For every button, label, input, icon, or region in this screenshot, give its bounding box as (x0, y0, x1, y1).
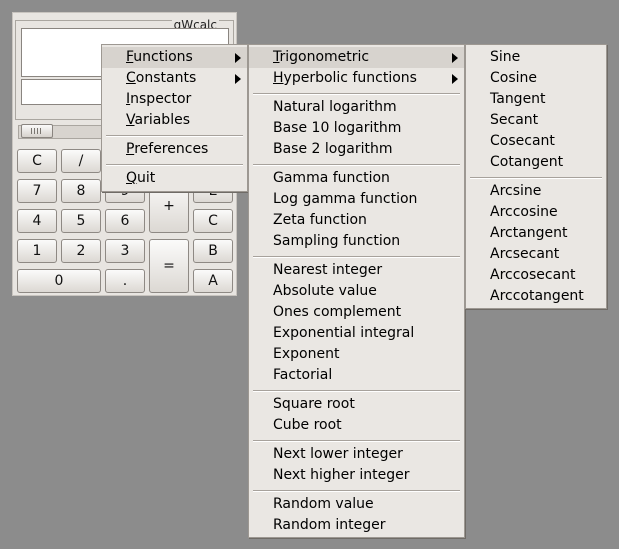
menu-item-accelerator: P (126, 141, 135, 157)
decimal-point-button[interactable]: . (105, 269, 145, 293)
menu-item-preferences[interactable]: Preferences (102, 139, 247, 160)
menu-item-accelerator: V (126, 112, 135, 128)
clear-button[interactable]: C (17, 149, 57, 173)
menu-item-arccosecant[interactable]: Arccosecant (466, 265, 606, 286)
main-menu: Functions Constants Inspector Variables … (101, 44, 248, 192)
menu-item-inspector[interactable]: Inspector (102, 89, 247, 110)
slider-handle[interactable] (21, 124, 53, 138)
menu-separator (470, 177, 602, 179)
menu-item-sampling-function[interactable]: Sampling function (249, 231, 464, 252)
menu-item-factorial[interactable]: Factorial (249, 365, 464, 386)
menu-item-gamma-function[interactable]: Gamma function (249, 168, 464, 189)
menu-item-tangent[interactable]: Tangent (466, 89, 606, 110)
menu-item-exponent[interactable]: Exponent (249, 344, 464, 365)
key-7-button[interactable]: 7 (17, 179, 57, 203)
menu-item-square-root[interactable]: Square root (249, 394, 464, 415)
menu-item-accelerator: Q (126, 170, 138, 186)
key-0-button[interactable]: 0 (17, 269, 101, 293)
hex-c-button[interactable]: C (193, 209, 233, 233)
menu-item-label: yperbolic functions (283, 70, 417, 86)
menu-item-cosine[interactable]: Cosine (466, 68, 606, 89)
menu-item-constants[interactable]: Constants (102, 68, 247, 89)
key-2-button[interactable]: 2 (61, 239, 101, 263)
menu-item-cotangent[interactable]: Cotangent (466, 152, 606, 173)
menu-item-arccotangent[interactable]: Arccotangent (466, 286, 606, 307)
menu-separator (253, 390, 460, 392)
menu-item-trigonometric[interactable]: Trigonometric (249, 47, 464, 68)
functions-menu: Trigonometric Hyperbolic functions Natur… (248, 44, 465, 538)
menu-item-accelerator: H (273, 70, 284, 86)
menu-item-base-10-logarithm[interactable]: Base 10 logarithm (249, 118, 464, 139)
key-1-button[interactable]: 1 (17, 239, 57, 263)
menu-item-log-gamma-function[interactable]: Log gamma function (249, 189, 464, 210)
menu-item-label: unctions (133, 49, 193, 65)
menu-item-nearest-integer[interactable]: Nearest integer (249, 260, 464, 281)
submenu-arrow-icon (452, 53, 458, 63)
menu-separator (253, 440, 460, 442)
menu-item-label: onstants (135, 70, 197, 86)
menu-item-random-value[interactable]: Random value (249, 494, 464, 515)
menu-item-arccosine[interactable]: Arccosine (466, 202, 606, 223)
menu-item-arcsine[interactable]: Arcsine (466, 181, 606, 202)
menu-item-cosecant[interactable]: Cosecant (466, 131, 606, 152)
menu-item-zeta-function[interactable]: Zeta function (249, 210, 464, 231)
menu-item-label: rigonometric (279, 49, 370, 65)
equals-button[interactable]: = (149, 239, 189, 293)
menu-item-variables[interactable]: Variables (102, 110, 247, 131)
menu-item-absolute-value[interactable]: Absolute value (249, 281, 464, 302)
menu-item-next-lower-integer[interactable]: Next lower integer (249, 444, 464, 465)
key-5-button[interactable]: 5 (61, 209, 101, 233)
menu-item-cube-root[interactable]: Cube root (249, 415, 464, 436)
menu-item-arctangent[interactable]: Arctangent (466, 223, 606, 244)
trigonometric-menu: Sine Cosine Tangent Secant Cosecant Cota… (465, 44, 607, 309)
menu-item-next-higher-integer[interactable]: Next higher integer (249, 465, 464, 486)
menu-item-exponential-integral[interactable]: Exponential integral (249, 323, 464, 344)
menu-item-functions[interactable]: Functions (102, 47, 247, 68)
key-4-button[interactable]: 4 (17, 209, 57, 233)
menu-item-ones-complement[interactable]: Ones complement (249, 302, 464, 323)
menu-item-random-integer[interactable]: Random integer (249, 515, 464, 536)
menu-item-label: nspector (130, 91, 192, 107)
menu-separator (253, 256, 460, 258)
menu-item-label: ariables (134, 112, 191, 128)
menu-separator (106, 135, 243, 137)
key-8-button[interactable]: 8 (61, 179, 101, 203)
submenu-arrow-icon (452, 74, 458, 84)
submenu-arrow-icon (235, 53, 241, 63)
menu-item-label: references (134, 141, 209, 157)
hex-a-button[interactable]: A (193, 269, 233, 293)
menu-separator (253, 490, 460, 492)
key-6-button[interactable]: 6 (105, 209, 145, 233)
menu-item-arcsecant[interactable]: Arcsecant (466, 244, 606, 265)
menu-item-quit[interactable]: Quit (102, 168, 247, 189)
menu-item-hyperbolic-functions[interactable]: Hyperbolic functions (249, 68, 464, 89)
grip-icon (31, 128, 43, 134)
menu-item-natural-logarithm[interactable]: Natural logarithm (249, 97, 464, 118)
menu-item-accelerator: C (126, 70, 136, 86)
key-3-button[interactable]: 3 (105, 239, 145, 263)
menu-item-label: uit (137, 170, 156, 186)
menu-item-sine[interactable]: Sine (466, 47, 606, 68)
hex-b-button[interactable]: B (193, 239, 233, 263)
submenu-arrow-icon (235, 74, 241, 84)
menu-item-secant[interactable]: Secant (466, 110, 606, 131)
menu-item-base-2-logarithm[interactable]: Base 2 logarithm (249, 139, 464, 160)
divide-button[interactable]: / (61, 149, 101, 173)
menu-separator (253, 164, 460, 166)
menu-separator (106, 164, 243, 166)
menu-separator (253, 93, 460, 95)
